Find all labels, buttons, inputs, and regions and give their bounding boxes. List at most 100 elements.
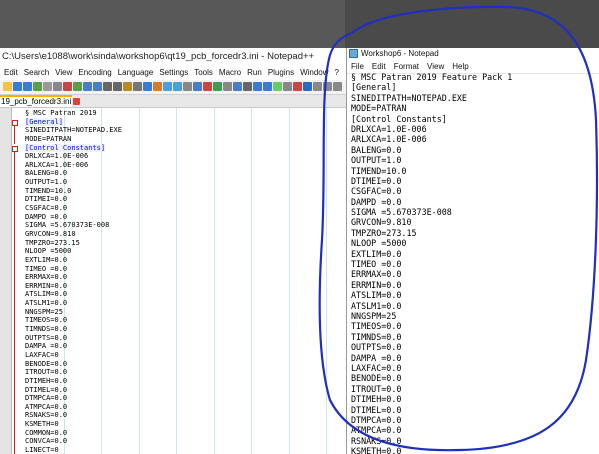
editor-line: NNGSPM=25 bbox=[14, 307, 346, 317]
editor-line: BENODE=0.0 bbox=[14, 359, 346, 369]
npp-menu-settings[interactable]: Settings bbox=[159, 68, 188, 77]
fold-guide bbox=[14, 420, 15, 429]
npp-menu-tools[interactable]: Tools bbox=[194, 68, 213, 77]
np-menu-help[interactable]: Help bbox=[452, 62, 468, 71]
toolbar-button-icon[interactable] bbox=[153, 82, 162, 91]
npp-menu-plugins[interactable]: Plugins bbox=[268, 68, 294, 77]
np-menu-format[interactable]: Format bbox=[394, 62, 419, 71]
text-line: CSGFAC=0.0 bbox=[351, 186, 402, 197]
editor-line: RSNAKS=0.0 bbox=[14, 411, 346, 421]
toolbar-button-icon[interactable] bbox=[283, 82, 292, 91]
npp-menu-macro[interactable]: Macro bbox=[219, 68, 241, 77]
fold-guide bbox=[14, 178, 15, 187]
toolbar-button-icon[interactable] bbox=[263, 82, 272, 91]
text-line: ATSLIM=0.0 bbox=[351, 290, 402, 301]
toolbar-button-icon[interactable] bbox=[273, 82, 282, 91]
tab-qt19-pcb-forcedr3[interactable]: 19_pcb_forcedr3.ini bbox=[0, 95, 81, 107]
line-text: BALENG=0.0 bbox=[25, 169, 68, 178]
line-text: OUTPUT=1.0 bbox=[25, 178, 68, 187]
np-menu-edit[interactable]: Edit bbox=[372, 62, 386, 71]
notepadpp-menu-bar: Edit Search View Encoding Language Settings To… bbox=[0, 66, 346, 80]
line-text: EXTLIM=0.0 bbox=[25, 255, 68, 264]
toolbar-button-icon[interactable] bbox=[303, 82, 312, 91]
toolbar-button-icon[interactable] bbox=[213, 82, 222, 91]
line-text: ERRMAX=0.0 bbox=[25, 273, 68, 282]
editor-line: ARLXCA=1.0E-006 bbox=[14, 160, 346, 170]
toolbar-button-icon[interactable] bbox=[143, 82, 152, 91]
toolbar-button-icon[interactable] bbox=[243, 82, 252, 91]
line-text: SINEDITPATH=NOTEPAD.EXE bbox=[25, 126, 122, 135]
line-text: ERRMIN=0.0 bbox=[25, 281, 68, 290]
line-text: ATSLIM=0.0 bbox=[25, 290, 68, 299]
editor-line: TMPZRO=273.15 bbox=[14, 238, 346, 248]
editor-line: ATMPCA=0.0 bbox=[14, 402, 346, 412]
toolbar-button-icon[interactable] bbox=[113, 82, 122, 91]
editor-line: ERRMIN=0.0 bbox=[14, 281, 346, 291]
npp-menu-search[interactable]: Search bbox=[24, 68, 49, 77]
toolbar-button-icon[interactable] bbox=[223, 82, 232, 91]
toolbar-button-icon[interactable] bbox=[313, 82, 322, 91]
toolbar-button-icon[interactable] bbox=[123, 82, 132, 91]
line-text: LAXFAC=0 bbox=[25, 350, 59, 359]
toolbar-button-icon[interactable] bbox=[233, 82, 242, 91]
npp-menu-encoding[interactable]: Encoding bbox=[78, 68, 111, 77]
toolbar-button-icon[interactable] bbox=[63, 82, 72, 91]
line-text: MODE=PATRAN bbox=[25, 134, 72, 143]
toolbar-button-icon[interactable] bbox=[73, 82, 82, 91]
np-menu-view[interactable]: View bbox=[427, 62, 444, 71]
toolbar-button-icon[interactable] bbox=[333, 82, 342, 91]
fold-toggle-icon[interactable] bbox=[12, 145, 18, 152]
editor-line: ITROUT=0.0 bbox=[14, 368, 346, 377]
toolbar-button-icon[interactable] bbox=[13, 82, 22, 91]
fold-guide bbox=[14, 402, 15, 412]
npp-menu-view[interactable]: View bbox=[55, 68, 72, 77]
editor-line: BALENG=0.0 bbox=[14, 169, 346, 179]
npp-menu-[interactable]: ? bbox=[335, 68, 339, 77]
fold-toggle-icon[interactable] bbox=[12, 119, 18, 126]
fold-guide bbox=[14, 325, 15, 334]
text-line: SIGMA =5.670373E-008 bbox=[351, 207, 452, 218]
text-line: § MSC Patran 2019 Feature Pack 1 bbox=[351, 72, 513, 82]
npp-menu-window[interactable]: Window bbox=[300, 68, 328, 77]
toolbar-button-icon[interactable] bbox=[103, 82, 112, 91]
fold-guide bbox=[14, 204, 15, 213]
notepad-text-area[interactable]: § MSC Patran 2019 Feature Pack 1 [General… bbox=[351, 72, 599, 454]
toolbar-button-icon[interactable] bbox=[3, 82, 12, 91]
toolbar-button-icon[interactable] bbox=[33, 82, 42, 91]
npp-menu-language[interactable]: Language bbox=[118, 68, 154, 77]
editor-line: CONVCA=0.0 bbox=[14, 437, 346, 446]
toolbar-button-icon[interactable] bbox=[183, 82, 192, 91]
toolbar-button-icon[interactable] bbox=[93, 82, 102, 91]
toolbar-button-icon[interactable] bbox=[53, 82, 62, 91]
editor-line: ATSLIM=0.0 bbox=[14, 290, 346, 300]
fold-guide bbox=[14, 394, 15, 403]
np-menu-file[interactable]: File bbox=[351, 62, 364, 71]
fold-guide bbox=[14, 255, 15, 265]
text-line: DAMPA =0.0 bbox=[351, 352, 402, 363]
text-line: OUTPUT=1.0 bbox=[351, 155, 402, 166]
toolbar-button-icon[interactable] bbox=[163, 82, 172, 91]
editor-line: § MSC Patran 2019 bbox=[14, 109, 346, 118]
toolbar-button-icon[interactable] bbox=[193, 82, 202, 91]
toolbar-button-icon[interactable] bbox=[43, 82, 52, 91]
fold-guide bbox=[14, 281, 15, 291]
toolbar-button-icon[interactable] bbox=[253, 82, 262, 91]
editor-line: [General] bbox=[12, 117, 346, 127]
editor-line: EXTLIM=0.0 bbox=[14, 255, 346, 265]
line-text: DAMPD =0.0 bbox=[25, 212, 68, 221]
text-line: TMPZRO=273.15 bbox=[351, 227, 417, 238]
toolbar-button-icon[interactable] bbox=[173, 82, 182, 91]
toolbar-button-icon[interactable] bbox=[293, 82, 302, 91]
toolbar-button-icon[interactable] bbox=[83, 82, 92, 91]
npp-menu-run[interactable]: Run bbox=[247, 68, 262, 77]
toolbar-button-icon[interactable] bbox=[323, 82, 332, 91]
notepadpp-editor[interactable]: § MSC Patran 2019 [General] SINEDITPATH=NO… bbox=[0, 108, 346, 454]
fold-guide bbox=[14, 445, 15, 454]
toolbar-button-icon[interactable] bbox=[133, 82, 142, 91]
toolbar-button-icon[interactable] bbox=[23, 82, 32, 91]
notepad-app-icon bbox=[349, 49, 358, 59]
close-tab-icon[interactable] bbox=[73, 98, 81, 106]
fold-guide bbox=[14, 247, 15, 256]
npp-menu-edit[interactable]: Edit bbox=[4, 68, 18, 77]
toolbar-button-icon[interactable] bbox=[203, 82, 212, 91]
